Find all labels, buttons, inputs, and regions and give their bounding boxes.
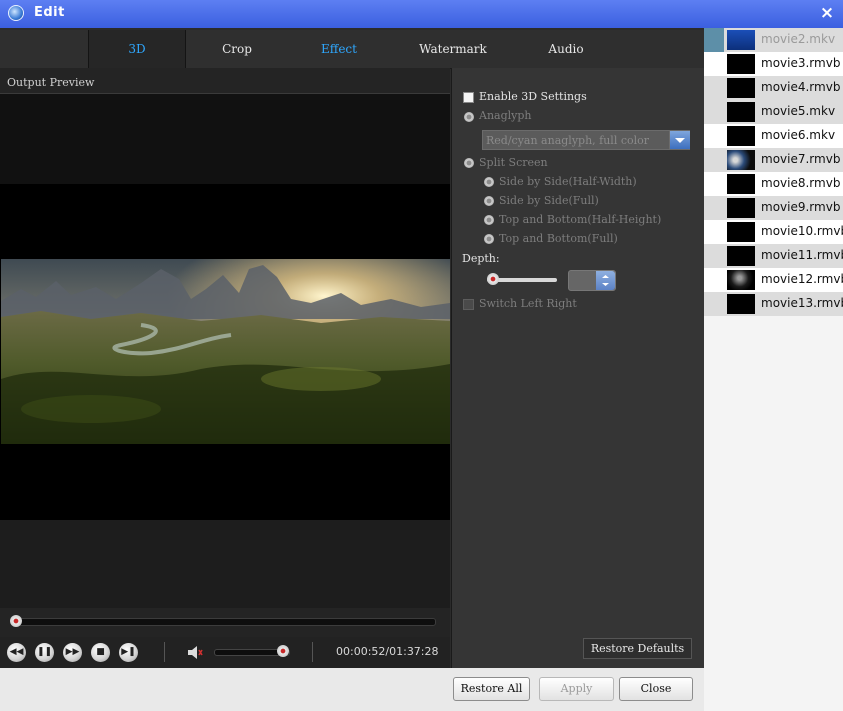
video-thumbnail bbox=[727, 294, 755, 314]
video-thumbnail bbox=[727, 270, 755, 290]
anaglyph-label: Anaglyph bbox=[479, 109, 532, 122]
divider bbox=[164, 642, 165, 662]
tab-audio[interactable]: Audio bbox=[520, 30, 612, 68]
file-name: movie9.rmvb bbox=[761, 200, 841, 214]
file-name: movie13.rmvb bbox=[761, 296, 843, 310]
apply-button[interactable]: Apply bbox=[539, 677, 614, 701]
anaglyph-dropdown-value: Red/cyan anaglyph, full color bbox=[486, 134, 650, 147]
file-name: movie10.rmvb bbox=[761, 224, 843, 238]
split-option-radio[interactable] bbox=[484, 196, 494, 206]
playback-time: 00:00:52/01:37:28 bbox=[336, 645, 439, 658]
file-name: movie11.rmvb bbox=[761, 248, 843, 262]
split-option-label: Top and Bottom(Half-Height) bbox=[499, 213, 662, 226]
selection-marker bbox=[704, 268, 724, 292]
video-thumbnail bbox=[727, 78, 755, 98]
enable-3d-checkbox[interactable] bbox=[463, 92, 474, 103]
video-thumbnail bbox=[727, 126, 755, 146]
split-option-label: Top and Bottom(Full) bbox=[499, 232, 618, 245]
split-option-radio[interactable] bbox=[484, 177, 494, 187]
rewind-icon[interactable]: ◀◀ bbox=[7, 643, 26, 662]
split-option-radio[interactable] bbox=[484, 215, 494, 225]
selection-marker bbox=[704, 172, 724, 196]
selection-marker bbox=[704, 124, 724, 148]
file-name: movie12.rmvb bbox=[761, 272, 843, 286]
seek-slider-handle[interactable] bbox=[10, 615, 22, 627]
next-frame-icon[interactable]: ▶❚ bbox=[119, 643, 138, 662]
file-list-item[interactable]: movie11.rmvb bbox=[704, 244, 843, 268]
split-option-label: Side by Side(Full) bbox=[499, 194, 599, 207]
file-name: movie2.mkv bbox=[761, 32, 836, 46]
selection-marker bbox=[704, 76, 724, 100]
selection-marker bbox=[704, 148, 724, 172]
file-name: movie3.rmvb bbox=[761, 56, 841, 70]
close-button[interactable]: Close bbox=[619, 677, 693, 701]
pause-icon[interactable]: ❚❚ bbox=[35, 643, 54, 662]
anaglyph-radio[interactable] bbox=[464, 112, 474, 122]
chevron-down-icon[interactable] bbox=[669, 131, 690, 149]
video-thumbnail bbox=[727, 54, 755, 74]
selection-marker bbox=[704, 100, 724, 124]
file-list-item[interactable]: movie6.mkv bbox=[704, 124, 843, 148]
window-title: Edit bbox=[34, 5, 65, 20]
selection-marker bbox=[704, 244, 724, 268]
selection-marker bbox=[704, 28, 724, 52]
file-list-item[interactable]: movie10.rmvb bbox=[704, 220, 843, 244]
file-list-item[interactable]: movie5.mkv bbox=[704, 100, 843, 124]
video-thumbnail bbox=[727, 174, 755, 194]
volume-icon[interactable] bbox=[186, 644, 204, 661]
file-name: movie6.mkv bbox=[761, 128, 836, 142]
title-bar bbox=[0, 0, 843, 28]
selection-marker bbox=[704, 292, 724, 316]
file-list-item[interactable]: movie8.rmvb bbox=[704, 172, 843, 196]
volume-slider-handle[interactable] bbox=[276, 645, 289, 657]
depth-slider-handle[interactable] bbox=[487, 273, 499, 285]
spin-arrows-icon[interactable] bbox=[596, 271, 615, 290]
video-thumbnail bbox=[727, 102, 755, 122]
fast-forward-icon[interactable]: ▶▶ bbox=[63, 643, 82, 662]
depth-label: Depth: bbox=[462, 252, 500, 265]
divider bbox=[312, 642, 313, 662]
file-name: movie5.mkv bbox=[761, 104, 836, 118]
file-name: movie8.rmvb bbox=[761, 176, 841, 190]
video-thumbnail bbox=[727, 30, 755, 50]
split-option-label: Side by Side(Half-Width) bbox=[499, 175, 637, 188]
tab-effect[interactable]: Effect bbox=[292, 30, 386, 68]
close-window-icon[interactable]: × bbox=[818, 3, 836, 23]
restore-all-button[interactable]: Restore All bbox=[453, 677, 530, 701]
switch-left-right-label: Switch Left Right bbox=[479, 297, 577, 310]
file-list-item[interactable]: movie7.rmvb bbox=[704, 148, 843, 172]
stop-icon[interactable]: ■ bbox=[91, 643, 110, 662]
file-list-item[interactable]: movie12.rmvb bbox=[704, 268, 843, 292]
split-option-radio[interactable] bbox=[484, 234, 494, 244]
app-icon bbox=[8, 5, 24, 21]
file-list-item[interactable]: movie3.rmvb bbox=[704, 52, 843, 76]
file-list-item[interactable]: movie2.mkv bbox=[704, 28, 843, 52]
output-preview-label: Output Preview bbox=[7, 76, 95, 89]
video-thumbnail bbox=[727, 198, 755, 218]
video-thumbnail bbox=[727, 246, 755, 266]
file-name: movie7.rmvb bbox=[761, 152, 841, 166]
seek-track[interactable] bbox=[12, 618, 436, 626]
selection-marker bbox=[704, 196, 724, 220]
video-thumbnail bbox=[727, 222, 755, 242]
split-screen-label: Split Screen bbox=[479, 156, 548, 169]
tab-bar: 3D Crop Effect Watermark Audio bbox=[0, 30, 704, 69]
tab-watermark[interactable]: Watermark bbox=[402, 30, 504, 68]
tab-3d[interactable]: 3D bbox=[88, 30, 186, 68]
file-list: movie2.mkv movie3.rmvb movie4.rmvb movie5.m… bbox=[704, 28, 843, 711]
enable-3d-label: Enable 3D Settings bbox=[479, 90, 587, 103]
file-list-item[interactable]: movie4.rmvb bbox=[704, 76, 843, 100]
selection-marker bbox=[704, 220, 724, 244]
selection-marker bbox=[704, 52, 724, 76]
video-preview-image bbox=[1, 259, 450, 444]
video-thumbnail bbox=[727, 150, 755, 170]
file-list-item[interactable]: movie9.rmvb bbox=[704, 196, 843, 220]
switch-left-right-checkbox[interactable] bbox=[463, 299, 474, 310]
file-list-item[interactable]: movie13.rmvb bbox=[704, 292, 843, 316]
video-letterbox bbox=[0, 520, 450, 608]
tab-crop[interactable]: Crop bbox=[190, 30, 284, 68]
restore-defaults-button[interactable]: Restore Defaults bbox=[583, 638, 692, 659]
file-name: movie4.rmvb bbox=[761, 80, 841, 94]
split-screen-radio[interactable] bbox=[464, 158, 474, 168]
